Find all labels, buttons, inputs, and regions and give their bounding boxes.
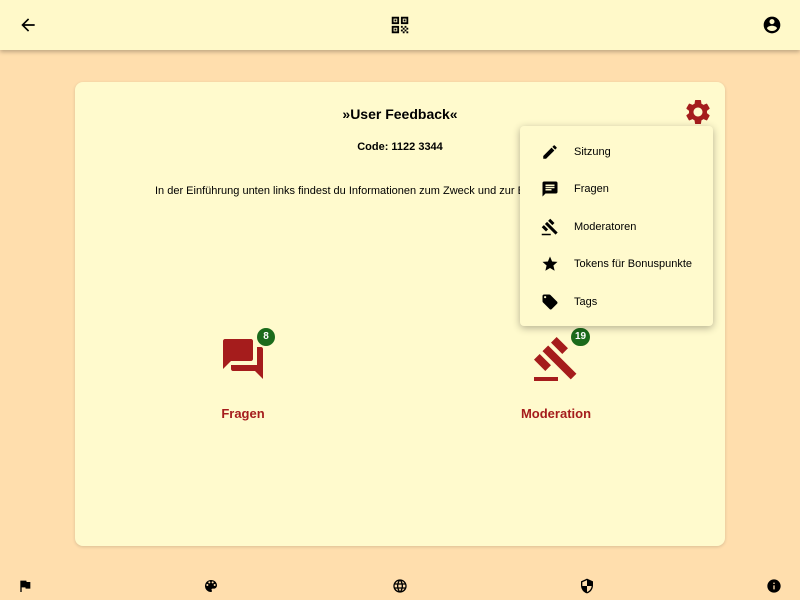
menu-item-label: Tags: [574, 295, 598, 308]
tag-icon: [540, 292, 560, 312]
settings-button[interactable]: [683, 97, 713, 127]
info-button[interactable]: [766, 578, 782, 594]
questions-count-badge: 8: [257, 328, 275, 346]
gavel-icon: [540, 217, 560, 237]
edit-icon: [540, 142, 560, 162]
questions-label: Fragen: [221, 406, 265, 421]
top-app-bar: [0, 0, 800, 50]
gear-icon: [686, 100, 710, 124]
menu-item-tags[interactable]: Tags: [520, 283, 713, 321]
qr-code-button[interactable]: [388, 13, 412, 37]
info-icon: [767, 579, 781, 593]
menu-item-questions[interactable]: Fragen: [520, 171, 713, 209]
settings-menu: Sitzung Fragen Moderatoren Tokens für Bo…: [520, 126, 713, 326]
menu-item-label: Moderatoren: [574, 220, 637, 233]
account-button[interactable]: [760, 13, 784, 37]
star-icon: [540, 254, 560, 274]
qr-code-icon: [391, 16, 409, 34]
language-button[interactable]: [392, 578, 408, 594]
menu-item-label: Fragen: [574, 183, 609, 196]
menu-item-moderators[interactable]: Moderatoren: [520, 208, 713, 246]
language-icon: [393, 579, 407, 593]
theme-button[interactable]: [203, 578, 219, 594]
palette-icon: [205, 580, 217, 592]
session-title: »User Feedback«: [342, 106, 458, 122]
menu-item-label: Tokens für Bonuspunkte: [574, 258, 693, 271]
moderation-count-badge: 19: [571, 328, 591, 346]
privacy-button[interactable]: [579, 578, 595, 594]
account-circle-icon: [763, 16, 781, 34]
menu-item-label: Sitzung: [574, 145, 611, 158]
comment-icon: [540, 179, 560, 199]
moderation-label: Moderation: [520, 406, 592, 421]
intro-button[interactable]: [17, 578, 33, 594]
questions-feature-button[interactable]: 8 Fragen: [173, 328, 313, 425]
menu-item-session[interactable]: Sitzung: [520, 133, 713, 171]
moderation-feature-button[interactable]: 19 Moderation: [486, 328, 626, 425]
privacy-shield-icon: [581, 578, 593, 594]
menu-item-bonus-tokens[interactable]: Tokens für Bonuspunkte: [520, 246, 713, 284]
back-button[interactable]: [16, 13, 40, 37]
arrow-back-icon: [21, 18, 35, 32]
flag-icon: [20, 580, 31, 592]
